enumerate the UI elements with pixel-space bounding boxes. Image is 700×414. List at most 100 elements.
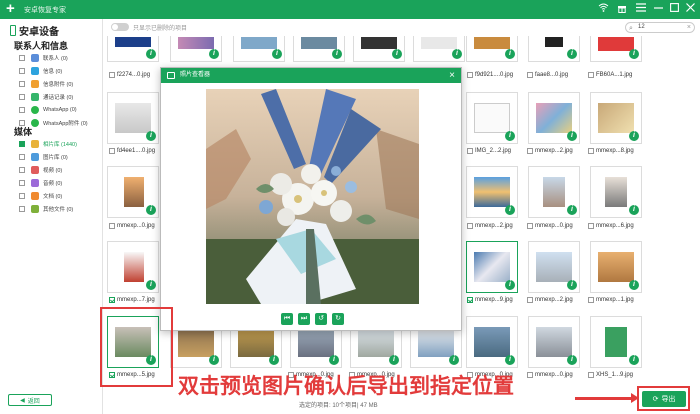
- info-icon[interactable]: i: [505, 355, 515, 365]
- checkbox[interactable]: [109, 72, 115, 78]
- info-icon[interactable]: i: [505, 205, 515, 215]
- thumbnail[interactable]: i: [466, 166, 518, 218]
- caption[interactable]: mmexp...1.jpg: [588, 297, 634, 303]
- rotate-left-icon[interactable]: ↺: [315, 313, 327, 325]
- caption[interactable]: mmexp...2.jpg: [527, 297, 573, 303]
- thumbnail[interactable]: i: [107, 166, 159, 218]
- sidebar-item-pictures[interactable]: 图片库 (0): [19, 152, 68, 162]
- thumbnail[interactable]: i: [528, 241, 580, 293]
- first-icon[interactable]: ⏮: [281, 313, 293, 325]
- viewer-close-icon[interactable]: ×: [449, 68, 455, 83]
- maximize-icon[interactable]: [670, 3, 679, 16]
- checkbox[interactable]: [588, 148, 594, 154]
- caption[interactable]: faae8...0.jpg: [527, 72, 568, 78]
- checkbox[interactable]: [109, 297, 115, 303]
- close-icon[interactable]: [686, 3, 695, 16]
- back-button[interactable]: ◀ 返回: [8, 394, 52, 406]
- caption[interactable]: mmexp...9.jpg: [467, 297, 513, 303]
- search-input[interactable]: ⌕ 12 ×: [625, 22, 695, 33]
- info-icon[interactable]: i: [629, 355, 639, 365]
- rotate-right-icon[interactable]: ↻: [332, 313, 344, 325]
- info-icon[interactable]: i: [629, 280, 639, 290]
- caption[interactable]: mmexp...7.jpg: [109, 297, 155, 303]
- info-icon[interactable]: i: [567, 355, 577, 365]
- caption[interactable]: IMG_2...2.jpg: [467, 148, 511, 154]
- info-icon[interactable]: i: [209, 49, 219, 59]
- caption[interactable]: mmexp...6.jpg: [588, 223, 634, 229]
- caption[interactable]: mmexp...2.jpg: [467, 223, 513, 229]
- sidebar-item-other-files[interactable]: 其他文件 (0): [19, 204, 73, 214]
- thumbnail[interactable]: i: [528, 36, 580, 62]
- info-icon[interactable]: i: [389, 355, 399, 365]
- info-icon[interactable]: i: [567, 131, 577, 141]
- checkbox[interactable]: [19, 107, 25, 113]
- checkbox[interactable]: [467, 148, 473, 154]
- caption[interactable]: f9d921....0.jpg: [467, 72, 513, 78]
- caption[interactable]: fd4ee1....0.jpg: [109, 148, 155, 154]
- checkbox[interactable]: [19, 94, 25, 100]
- checkbox[interactable]: [467, 72, 473, 78]
- info-icon[interactable]: i: [452, 49, 462, 59]
- checkbox[interactable]: [19, 206, 25, 212]
- thumbnail[interactable]: i: [107, 36, 159, 62]
- checkbox[interactable]: [19, 141, 25, 147]
- info-icon[interactable]: i: [567, 205, 577, 215]
- sidebar-item-contacts[interactable]: 联系人 (0): [19, 53, 68, 63]
- thumbnail[interactable]: i: [528, 316, 580, 368]
- sidebar-item-audio[interactable]: 音频 (0): [19, 178, 62, 188]
- device-header[interactable]: 安卓设备: [10, 23, 59, 38]
- gift-icon[interactable]: [617, 3, 627, 17]
- checkbox[interactable]: [467, 223, 473, 229]
- thumbnail[interactable]: i: [466, 241, 518, 293]
- sidebar-item-call-log[interactable]: 通话记录 (0): [19, 92, 73, 102]
- info-icon[interactable]: i: [209, 355, 219, 365]
- info-icon[interactable]: i: [505, 49, 515, 59]
- thumbnail[interactable]: i: [107, 92, 159, 144]
- thumbnail[interactable]: i: [353, 36, 405, 62]
- checkbox[interactable]: [467, 297, 473, 303]
- info-icon[interactable]: i: [629, 131, 639, 141]
- thumbnail[interactable]: i: [528, 166, 580, 218]
- checkbox[interactable]: [19, 193, 25, 199]
- checkbox[interactable]: [109, 223, 115, 229]
- thumbnail[interactable]: i: [590, 316, 642, 368]
- sidebar-item-whatsapp[interactable]: WhatsApp (0): [19, 105, 77, 115]
- caption[interactable]: FB60A...1.jpg: [588, 72, 632, 78]
- checkbox[interactable]: [19, 167, 25, 173]
- checkbox[interactable]: [527, 148, 533, 154]
- checkbox[interactable]: [19, 154, 25, 160]
- thumbnail[interactable]: i: [466, 316, 518, 368]
- sidebar-item-message-attachments[interactable]: 信息附件 (0): [19, 79, 73, 89]
- checkbox[interactable]: [588, 297, 594, 303]
- info-icon[interactable]: i: [332, 49, 342, 59]
- thumbnail[interactable]: i: [466, 92, 518, 144]
- thumbnail[interactable]: i: [528, 92, 580, 144]
- checkbox[interactable]: [19, 81, 25, 87]
- info-icon[interactable]: i: [505, 280, 515, 290]
- checkbox[interactable]: [527, 223, 533, 229]
- thumbnail[interactable]: i: [590, 241, 642, 293]
- info-icon[interactable]: i: [505, 131, 515, 141]
- sidebar-item-videos[interactable]: 视频 (0): [19, 165, 62, 175]
- info-icon[interactable]: i: [272, 49, 282, 59]
- info-icon[interactable]: i: [629, 205, 639, 215]
- checkbox[interactable]: [19, 55, 25, 61]
- thumbnail[interactable]: i: [170, 36, 222, 62]
- caption[interactable]: mmexp...0.jpg: [109, 223, 155, 229]
- thumbnail[interactable]: i: [466, 36, 518, 62]
- checkbox[interactable]: [588, 223, 594, 229]
- caption[interactable]: mmexp...2.jpg: [527, 148, 573, 154]
- clear-icon[interactable]: ×: [687, 23, 691, 32]
- info-icon[interactable]: i: [329, 355, 339, 365]
- wifi-icon[interactable]: [598, 3, 609, 16]
- sidebar-item-gallery[interactable]: 相片库 (1440): [19, 139, 77, 149]
- caption[interactable]: mmexp...0.jpg: [527, 372, 573, 378]
- caption[interactable]: XHS_1...9.jpg: [588, 372, 633, 378]
- checkbox[interactable]: [19, 180, 25, 186]
- checkbox[interactable]: [109, 148, 115, 154]
- deleted-only-toggle[interactable]: [111, 23, 129, 31]
- info-icon[interactable]: i: [146, 280, 156, 290]
- checkbox[interactable]: [527, 72, 533, 78]
- info-icon[interactable]: i: [146, 205, 156, 215]
- info-icon[interactable]: i: [269, 355, 279, 365]
